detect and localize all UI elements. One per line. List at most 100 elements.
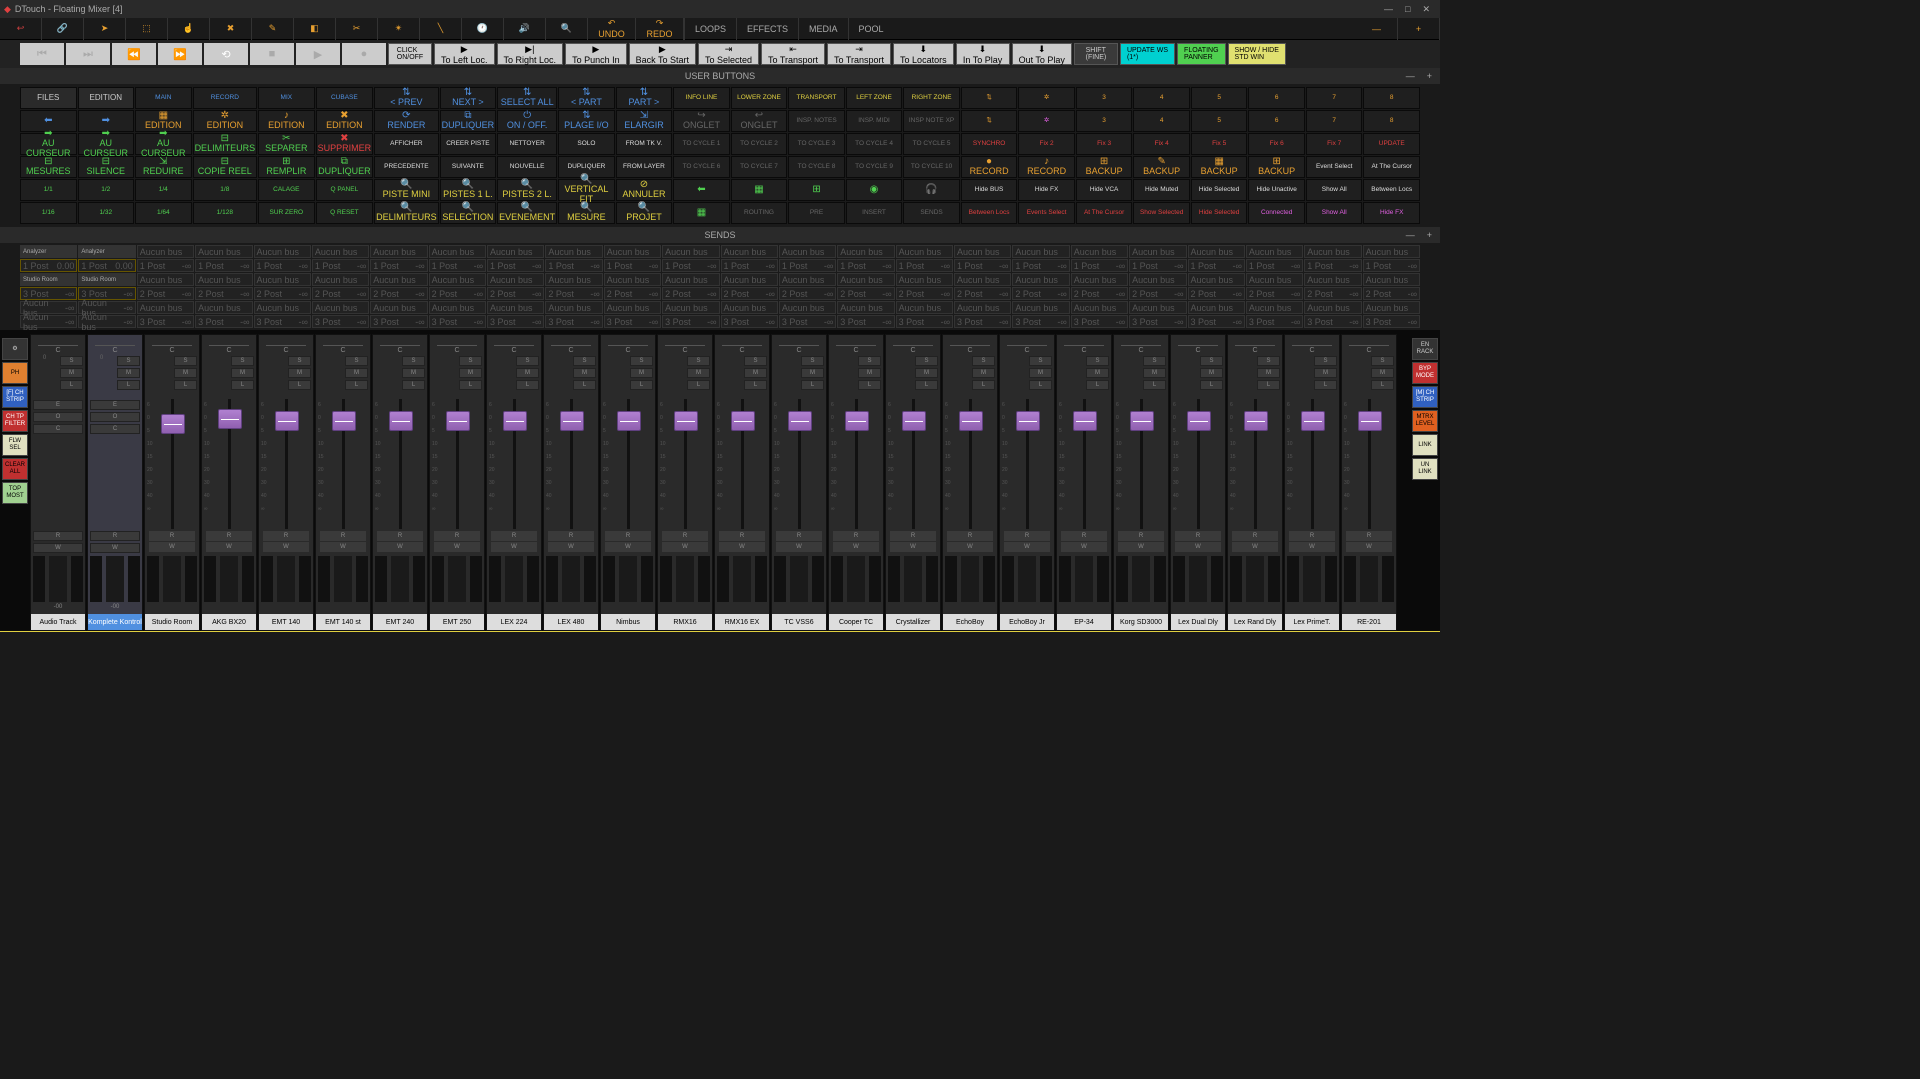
user-btn[interactable]: ✲ (1018, 87, 1075, 109)
user-btn[interactable]: 8 (1363, 87, 1420, 109)
strip-btn-R[interactable]: R (320, 531, 366, 541)
strip-btn-M[interactable]: M (345, 368, 368, 378)
pan-control[interactable]: C (373, 335, 427, 355)
user-btn[interactable]: Hide Selected (1191, 202, 1248, 224)
user-btn[interactable]: ➡AU CURSEUR (78, 133, 135, 155)
send-slot[interactable]: Aucun bus (1188, 301, 1245, 314)
send-slot[interactable]: 3 Post-∞ (370, 315, 427, 328)
user-btn[interactable]: INSP. MIDI (846, 110, 903, 132)
pan-control[interactable]: C (1000, 335, 1054, 355)
arrow-tool-icon[interactable]: ➤ (84, 18, 126, 40)
strip-btn-S[interactable]: S (801, 356, 824, 366)
user-btn[interactable]: 4 (1133, 87, 1190, 109)
strip-btn-L[interactable]: L (687, 380, 710, 390)
strip-btn-M[interactable]: M (1371, 368, 1394, 378)
user-btn[interactable]: SENDS (903, 202, 960, 224)
strip-btn-M[interactable]: M (60, 368, 83, 378)
user-btn[interactable]: TO CYCLE 8 (788, 156, 845, 178)
strip-btn-L[interactable]: L (1314, 380, 1337, 390)
user-btn[interactable]: 5 (1191, 87, 1248, 109)
user-btn[interactable]: ⏻ON / OFF. (497, 110, 557, 132)
send-slot[interactable]: 3 Post-∞ (312, 315, 369, 328)
send-slot[interactable]: 2 Post-∞ (312, 287, 369, 300)
send-slot[interactable]: 1 Post-∞ (662, 259, 719, 272)
user-btn[interactable]: 1/2 (78, 179, 135, 201)
send-slot[interactable]: 2 Post-∞ (721, 287, 778, 300)
send-slot[interactable]: 2 Post-∞ (1129, 287, 1186, 300)
strip-name[interactable]: Lex PrimeT. (1285, 614, 1339, 630)
strip-btn-S[interactable]: S (1086, 356, 1109, 366)
close-icon[interactable]: ✕ (1422, 4, 1430, 15)
send-slot[interactable]: Aucun bus (137, 301, 194, 314)
fader[interactable]: 6051015203040∞ (601, 395, 655, 529)
user-btn[interactable]: 🔍PISTE MINI (374, 179, 439, 201)
send-slot[interactable]: 1 Post-∞ (429, 259, 486, 272)
strip-btn-S[interactable]: S (687, 356, 710, 366)
strip-btn-L[interactable]: L (630, 380, 653, 390)
strip-btn-W[interactable]: W (719, 542, 765, 552)
zoom-icon[interactable]: 🔍 (546, 18, 588, 40)
fader[interactable]: 6051015203040∞ (772, 395, 826, 529)
mixer-side-btn[interactable]: [F] CH STRIP (2, 386, 28, 408)
send-slot[interactable]: Aucun bus (195, 273, 252, 286)
send-slot[interactable]: 2 Post-∞ (1246, 287, 1303, 300)
strip-name[interactable]: AKG BX20 (202, 614, 256, 630)
send-slot[interactable]: 1 Post-∞ (1129, 259, 1186, 272)
strip-btn-L[interactable]: L (345, 380, 368, 390)
mixer-side-btn[interactable]: CH TP FILTER (2, 410, 28, 432)
user-btn[interactable]: ⊞REMPLIR (258, 156, 315, 178)
strip-name[interactable]: Cooper TC (829, 614, 883, 630)
back-icon[interactable]: ↩ (0, 18, 42, 40)
strip-name[interactable]: RE-201 (1342, 614, 1396, 630)
send-slot[interactable]: Aucun bus (662, 301, 719, 314)
pan-control[interactable]: C (601, 335, 655, 355)
fader[interactable]: 6051015203040∞ (202, 395, 256, 529)
user-btn[interactable]: ⇅NEXT > (440, 87, 497, 109)
line-icon[interactable]: ╲ (420, 18, 462, 40)
strip-btn-S[interactable]: S (402, 356, 425, 366)
user-btn[interactable]: ⊟DELIMITEURS (193, 133, 258, 155)
locator-btn-7[interactable]: ⬇To Locators (893, 43, 954, 65)
strip-btn-L[interactable]: L (1143, 380, 1166, 390)
transport-btn-7[interactable]: ● (342, 43, 386, 65)
send-slot[interactable]: 1 Post-∞ (254, 259, 311, 272)
send-slot[interactable]: Aucun bus (1246, 273, 1303, 286)
user-btn[interactable]: 3 (1076, 87, 1133, 109)
fader[interactable]: 6051015203040∞ (1114, 395, 1168, 529)
strip-btn-W[interactable]: W (1004, 542, 1050, 552)
strip-btn-L[interactable]: L (915, 380, 938, 390)
strip-btn-R[interactable]: R (491, 531, 537, 541)
eraser-icon[interactable]: ◧ (294, 18, 336, 40)
strip-btn-W[interactable]: W (377, 542, 423, 552)
send-slot[interactable]: 1 Post-∞ (1363, 259, 1420, 272)
strip-btn-R[interactable]: R (662, 531, 708, 541)
strip-btn-M[interactable]: M (972, 368, 995, 378)
send-slot[interactable]: 2 Post-∞ (604, 287, 661, 300)
user-btn[interactable]: ⇅PLAGE I/O (558, 110, 615, 132)
user-btn[interactable]: Events Select (1018, 202, 1075, 224)
click-button[interactable]: CLICK ON/OFF (388, 43, 432, 65)
fader[interactable]: 6051015203040∞ (1000, 395, 1054, 529)
pan-control[interactable]: C (259, 335, 313, 355)
strip-btn-R[interactable]: R (1118, 531, 1164, 541)
strip-btn-S[interactable]: S (459, 356, 482, 366)
user-btn[interactable]: TO CYCLE 9 (846, 156, 903, 178)
send-slot[interactable]: Aucun bus (195, 245, 252, 258)
strip-name[interactable]: Nimbus (601, 614, 655, 630)
strip-btn-C[interactable]: C (33, 424, 83, 434)
user-btn[interactable]: INSP NOTE XP (903, 110, 960, 132)
strip-btn-S[interactable]: S (1143, 356, 1166, 366)
user-btn[interactable]: ⊟SILENCE (78, 156, 135, 178)
user-btn[interactable]: 3 (1076, 110, 1133, 132)
strip-btn-L[interactable]: L (1086, 380, 1109, 390)
strip-name[interactable]: EMT 140 (259, 614, 313, 630)
mixer-side-btn[interactable]: PH (2, 362, 28, 384)
send-slot[interactable]: Aucun bus (896, 301, 953, 314)
pan-control[interactable]: C (772, 335, 826, 355)
send-slot[interactable]: Aucun bus (1012, 273, 1069, 286)
send-slot[interactable]: 1 Post-∞ (312, 259, 369, 272)
user-btn[interactable]: MAIN (135, 87, 192, 109)
locator-btn-8[interactable]: ⬇In To Play (956, 43, 1010, 65)
send-slot[interactable]: 3 Post-∞ (1246, 315, 1303, 328)
send-slot[interactable]: 1 Post-∞ (545, 259, 602, 272)
